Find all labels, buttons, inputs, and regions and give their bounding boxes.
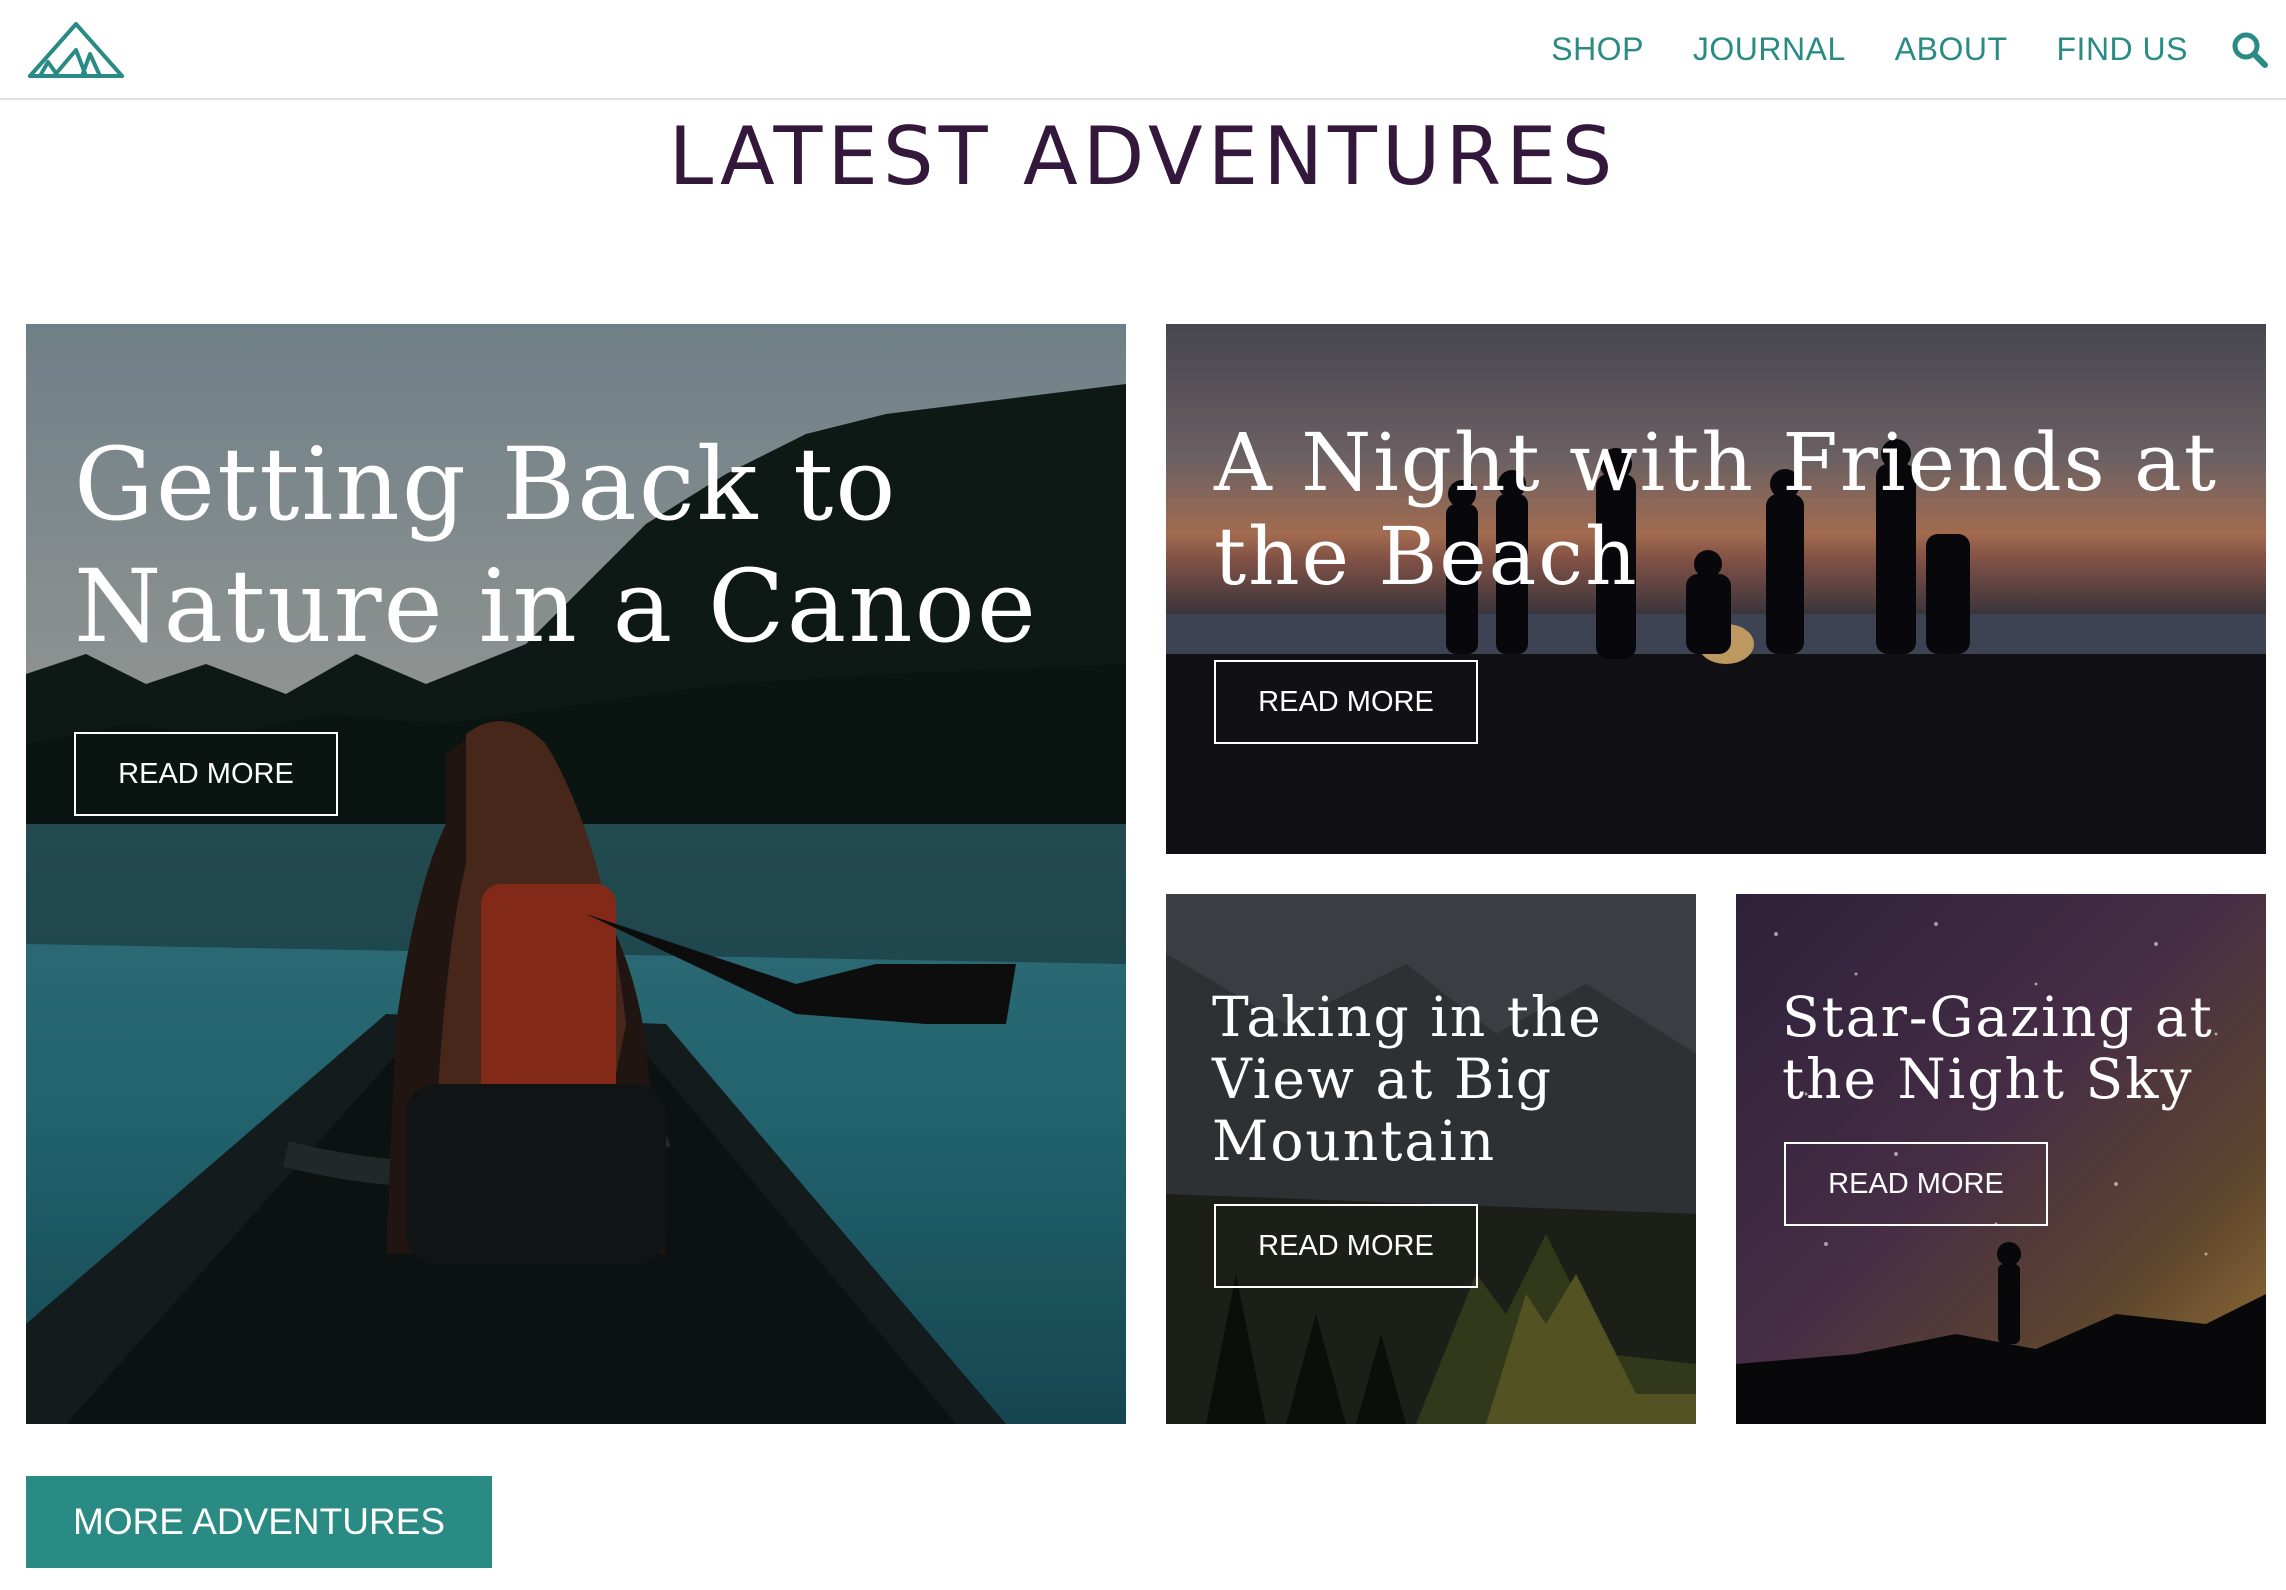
nav-journal[interactable]: JOURNAL — [1693, 31, 1846, 68]
read-more-button[interactable]: READ MORE — [74, 732, 338, 816]
card-title[interactable]: Star-Gazing at the Night Sky — [1782, 986, 2252, 1110]
card-title[interactable]: A Night with Friends at the Beach — [1214, 416, 2254, 604]
more-adventures-button[interactable]: MORE ADVENTURES — [26, 1476, 492, 1568]
nav-about[interactable]: ABOUT — [1895, 31, 2008, 68]
read-more-button[interactable]: READ MORE — [1214, 1204, 1478, 1288]
nav-find-us[interactable]: FIND US — [2057, 31, 2189, 68]
read-more-button[interactable]: READ MORE — [1214, 660, 1478, 744]
card-title[interactable]: Getting Back to Nature in a Canoe — [74, 424, 1084, 668]
nav-shop[interactable]: SHOP — [1551, 31, 1644, 68]
site-header: SHOP JOURNAL ABOUT FIND US — [0, 0, 2286, 100]
adventure-card-canoe[interactable]: Getting Back to Nature in a Canoe READ M… — [26, 324, 1126, 1424]
adventure-card-mountain[interactable]: Taking in the View at Big Mountain READ … — [1166, 894, 1696, 1424]
main-nav: SHOP JOURNAL ABOUT FIND US — [1551, 0, 2286, 98]
page-title: LATEST ADVENTURES — [668, 110, 1618, 203]
adventure-card-beach[interactable]: A Night with Friends at the Beach READ M… — [1166, 324, 2266, 854]
adventure-card-stars[interactable]: Star-Gazing at the Night Sky READ MORE — [1736, 894, 2266, 1424]
read-more-button[interactable]: READ MORE — [1784, 1142, 2048, 1226]
tent-logo-icon[interactable] — [26, 18, 126, 84]
search-icon[interactable] — [2230, 30, 2270, 70]
card-title[interactable]: Taking in the View at Big Mountain — [1212, 986, 1682, 1172]
